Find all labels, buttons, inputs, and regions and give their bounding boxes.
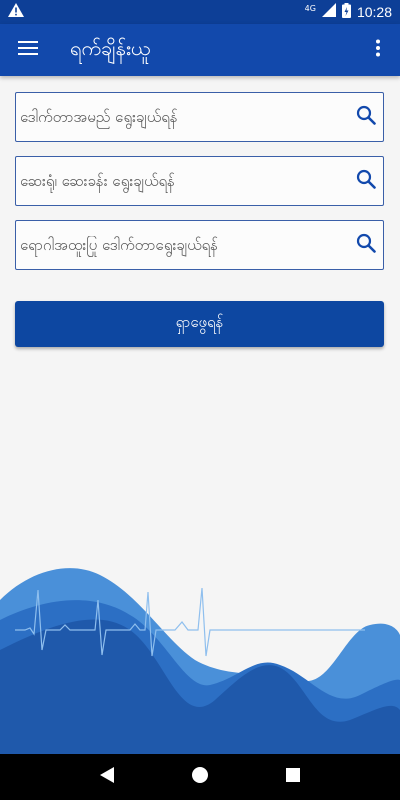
hospital-search-button[interactable] [349, 157, 383, 205]
doctor-name-input[interactable] [20, 93, 349, 141]
specialist-search-button[interactable] [349, 221, 383, 269]
menu-button[interactable] [0, 24, 56, 76]
home-circle-icon [191, 766, 209, 788]
app-bar: ရက်ချိန်းယူ [0, 24, 400, 76]
battery-icon [341, 2, 351, 22]
back-button[interactable] [87, 757, 127, 797]
search-button[interactable]: ရှာဖွေရန် [15, 301, 384, 347]
hospital-clinic-field [15, 156, 384, 206]
warning-icon [8, 3, 24, 21]
page-title: ရက်ချိန်းယူ [70, 36, 151, 60]
recents-button[interactable] [273, 757, 313, 797]
system-nav-bar [0, 754, 400, 800]
clock: 10:28 [356, 4, 392, 20]
recents-square-icon [285, 767, 301, 787]
signal-icon [321, 3, 336, 21]
doctor-search-button[interactable] [349, 93, 383, 141]
doctor-name-field [15, 92, 384, 142]
heartbeat-wave-illustration [0, 568, 400, 754]
more-vert-icon [375, 39, 381, 61]
home-button[interactable] [180, 757, 220, 797]
status-bar: 4G 10:28 [0, 0, 400, 24]
back-triangle-icon [99, 766, 115, 788]
hamburger-menu-icon [18, 40, 38, 60]
status-right: 4G 10:28 [304, 2, 392, 22]
more-options-button[interactable] [356, 24, 400, 76]
search-icon [356, 233, 376, 257]
search-icon [356, 169, 376, 193]
status-left [8, 3, 24, 21]
network-type: 4G [304, 3, 316, 13]
specialist-field [15, 220, 384, 270]
specialist-input[interactable] [20, 221, 349, 269]
search-icon [356, 105, 376, 129]
hospital-clinic-input[interactable] [20, 157, 349, 205]
